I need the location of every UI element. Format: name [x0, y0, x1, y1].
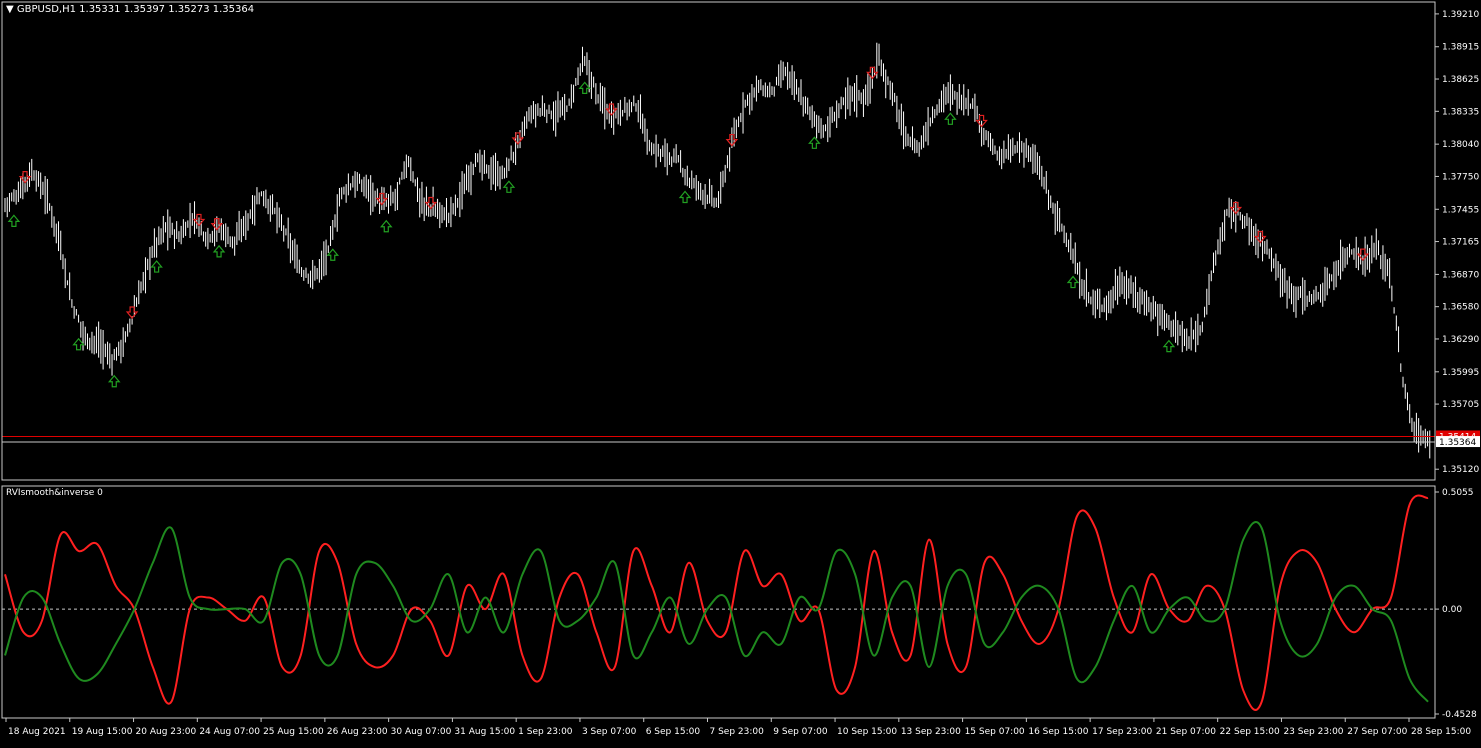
time-axis-label: 9 Sep 07:00 — [773, 727, 828, 737]
price-axis-label: 1.35120 — [1442, 465, 1479, 475]
dropdown-triangle-icon[interactable]: ▼ — [6, 4, 14, 15]
indicator-axis-label: 0.00 — [1442, 605, 1462, 615]
time-axis-label: 16 Sep 15:00 — [1028, 727, 1088, 737]
time-axis-label: 23 Sep 23:00 — [1283, 727, 1343, 737]
time-axis-label: 27 Sep 07:00 — [1347, 727, 1407, 737]
time-axis-label: 13 Sep 23:00 — [901, 727, 961, 737]
buy-arrow-icon — [7, 214, 21, 227]
price-axis-label: 1.35705 — [1442, 400, 1479, 410]
price-axis-label: 1.38915 — [1442, 43, 1479, 53]
price-panel — [2, 42, 1435, 459]
ohlc-values: 1.35331 1.35397 1.35273 1.35364 — [79, 4, 255, 15]
time-axis-label: 31 Aug 15:00 — [454, 727, 515, 737]
time-axis-label: 26 Aug 23:00 — [327, 727, 388, 737]
buy-arrow-icon — [502, 180, 516, 193]
price-axis-label: 1.38625 — [1442, 75, 1479, 85]
buy-arrow-icon — [107, 374, 121, 388]
time-axis-label: 30 Aug 07:00 — [391, 727, 452, 737]
time-axis-label: 24 Aug 07:00 — [199, 727, 260, 737]
ohlc-bars — [4, 42, 1431, 459]
symbol-header: ▼ GBPUSD,H1 1.35331 1.35397 1.35273 1.35… — [6, 4, 254, 15]
time-axis-label: 3 Sep 07:00 — [582, 727, 637, 737]
price-axis-label: 1.39210 — [1442, 10, 1479, 20]
current-price-label: 1.35364 — [1439, 438, 1476, 448]
price-axis-label: 1.37750 — [1442, 172, 1479, 182]
time-axis-label: 20 Aug 23:00 — [136, 727, 197, 737]
time-axis-label: 7 Sep 23:00 — [710, 727, 765, 737]
time-axis-label: 22 Sep 15:00 — [1220, 727, 1280, 737]
time-axis-label: 18 Aug 2021 — [8, 727, 66, 737]
axes: 1.39210 1.38915 1.38625 1.38335 1.38040 1.377… — [1, 1, 1480, 737]
buy-arrow-icon — [678, 190, 692, 204]
time-axis-label: 15 Sep 07:00 — [965, 727, 1025, 737]
rvi-red-line — [4, 494, 1429, 711]
buy-arrow-icon — [150, 260, 163, 273]
rvi-green-line — [4, 521, 1429, 703]
indicator-label: RVIsmooth&inverse 0 — [6, 488, 103, 498]
buy-arrow-icon — [1066, 275, 1080, 289]
time-axis-label: 17 Sep 23:00 — [1092, 727, 1152, 737]
time-axis-label: 19 Aug 15:00 — [72, 727, 133, 737]
time-axis-label: 1 Sep 23:00 — [518, 727, 573, 737]
indicator-panel — [2, 494, 1435, 711]
time-axis-label: 6 Sep 15:00 — [646, 727, 701, 737]
indicator-axis-label: -0.4528 — [1442, 710, 1477, 720]
price-axis-label: 1.38040 — [1442, 140, 1479, 150]
price-axis-label: 1.37455 — [1442, 205, 1479, 215]
buy-arrow-icon — [578, 81, 592, 94]
price-axis-label: 1.36870 — [1442, 270, 1479, 280]
symbol-name: GBPUSD,H1 — [16, 4, 76, 15]
price-chart-svg[interactable]: 1.39210 1.38915 1.38625 1.38335 1.38040 1.377… — [0, 0, 1481, 744]
price-axis-label: 1.35995 — [1442, 368, 1479, 378]
time-axis-label: 25 Aug 15:00 — [263, 727, 324, 737]
buy-arrow-icon — [944, 112, 957, 125]
time-axis-label: 28 Sep 15:00 — [1411, 727, 1471, 737]
price-axis-label: 1.36580 — [1442, 303, 1479, 313]
buy-arrow-icon — [326, 248, 340, 261]
price-axis-label: 1.38335 — [1442, 107, 1479, 117]
buy-arrow-icon — [212, 244, 226, 258]
buy-arrow-icon — [379, 219, 393, 233]
time-axis-label: 10 Sep 15:00 — [837, 727, 897, 737]
buy-arrow-icon — [1162, 339, 1176, 353]
buy-arrow-icon — [808, 136, 821, 149]
price-axis-label: 1.36290 — [1442, 335, 1479, 345]
chart-window[interactable]: 1.39210 1.38915 1.38625 1.38335 1.38040 1.377… — [0, 0, 1481, 744]
time-axis-label: 21 Sep 07:00 — [1156, 727, 1216, 737]
price-axis-label: 1.37165 — [1442, 238, 1479, 248]
buy-arrow-icon — [72, 337, 85, 351]
indicator-axis-label: 0.5055 — [1442, 488, 1474, 498]
